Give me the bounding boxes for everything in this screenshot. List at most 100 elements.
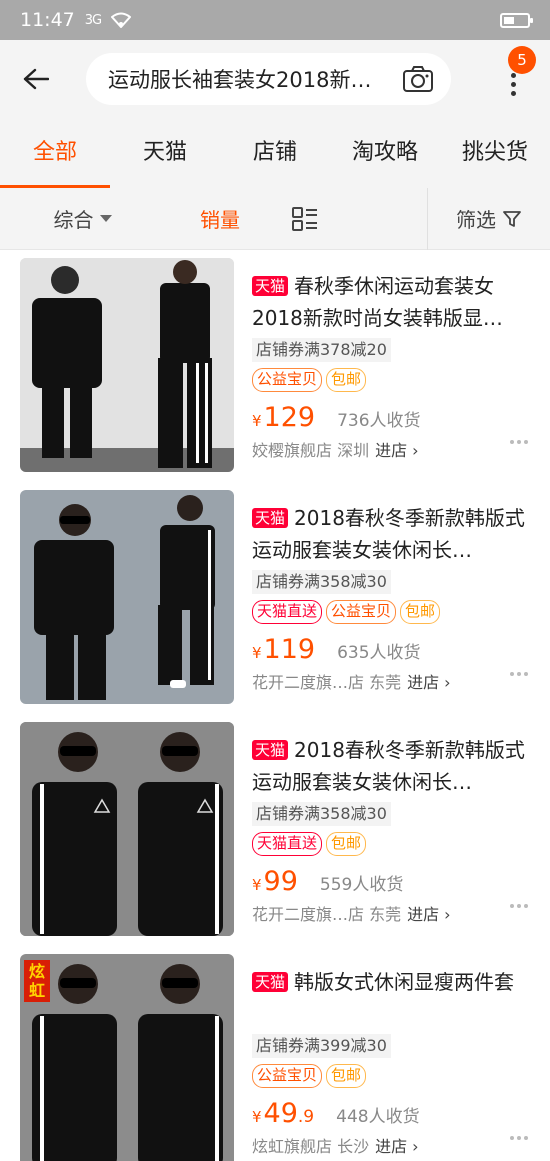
charity-tag: 公益宝贝 <box>252 1064 323 1088</box>
back-button[interactable] <box>16 59 56 99</box>
search-header: 运动服长袖套装女2018新… 5 <box>0 40 550 118</box>
sold-count: 635人收货 <box>337 643 421 663</box>
product-title[interactable]: 天猫 韩版女式休闲显瘦两件套 <box>252 966 530 1030</box>
product-title-text: 韩版女式休闲显瘦两件套 <box>294 970 515 994</box>
camera-button[interactable] <box>401 62 435 96</box>
enter-shop-link[interactable]: 进店 › <box>407 901 451 925</box>
product-card[interactable]: 天猫 2018春秋冬季新款韩版式运动服套装女装休闲长… 店铺券满358减30 天猫… <box>0 722 550 954</box>
search-tabs: 全部 天猫 店铺 淘攻略 挑尖货 <box>0 118 550 188</box>
more-dot-icon <box>510 73 516 78</box>
funnel-icon <box>503 210 521 227</box>
coupon-label: 店铺券满358减30 <box>252 802 391 826</box>
shop-name: 花开二度旗…店 东莞 <box>252 673 402 692</box>
product-title[interactable]: 天猫 春秋季休闲运动套装女2018新款时尚女装韩版显… <box>252 270 530 334</box>
price-row: ¥ 49 .9 448人收货 <box>252 1098 530 1129</box>
tab-all[interactable]: 全部 <box>0 118 110 188</box>
search-query: 运动服长袖套装女2018新… <box>108 68 372 92</box>
product-image[interactable] <box>20 722 234 936</box>
item-more-button[interactable] <box>510 440 528 444</box>
tab-guides[interactable]: 淘攻略 <box>330 118 440 188</box>
free-shipping-tag: 包邮 <box>326 1064 367 1088</box>
tmall-tag: 天猫 <box>252 508 289 528</box>
brand-logo: 炫虹 <box>24 960 50 1002</box>
price-row: ¥ 99 559人收货 <box>252 866 530 897</box>
tmall-tag: 天猫 <box>252 972 289 992</box>
product-price: 99 <box>263 866 298 897</box>
shop-row: 姣樱旗舰店 深圳 进店 › <box>252 437 530 461</box>
filter-button[interactable]: 筛选 <box>427 187 550 250</box>
tmall-tag: 天猫 <box>252 740 289 760</box>
tmall-direct-tag: 天猫直送 <box>252 832 323 856</box>
battery-icon <box>500 12 533 28</box>
search-input[interactable]: 运动服长袖套装女2018新… <box>86 53 451 105</box>
coupon-label: 店铺券满378减20 <box>252 338 391 362</box>
item-more-button[interactable] <box>510 1136 528 1140</box>
currency-symbol: ¥ <box>252 412 262 430</box>
enter-shop-link[interactable]: 进店 › <box>375 437 419 461</box>
product-title[interactable]: 天猫 2018春秋冬季新款韩版式运动服套装女装休闲长… <box>252 502 530 566</box>
shop-row: 花开二度旗…店 东莞 进店 › <box>252 901 530 925</box>
sort-bar: 综合 销量 筛选 <box>0 187 550 250</box>
free-shipping-tag: 包邮 <box>326 368 367 392</box>
sort-sales-button[interactable]: 销量 <box>165 204 275 233</box>
status-time: 11:47 <box>20 9 75 31</box>
more-dot-icon <box>510 91 516 96</box>
tag-row: 公益宝贝 包邮 <box>252 368 530 392</box>
product-info: 天猫 2018春秋冬季新款韩版式运动服套装女装休闲长… 店铺券满358减30 天猫… <box>252 722 530 954</box>
sold-count: 559人收货 <box>319 875 404 895</box>
charity-tag: 公益宝贝 <box>252 368 323 392</box>
item-more-button[interactable] <box>510 672 528 676</box>
currency-symbol: ¥ <box>252 644 262 662</box>
product-title[interactable]: 天猫 2018春秋冬季新款韩版式运动服套装女装休闲长… <box>252 734 530 798</box>
sort-general-button[interactable]: 综合 <box>0 204 165 233</box>
tag-row: 天猫直送 公益宝贝 包邮 <box>252 600 530 624</box>
shop-row: 炫虹旗舰店 长沙 进店 › <box>252 1133 530 1157</box>
shop-name: 炫虹旗舰店 长沙 <box>252 1137 370 1156</box>
tag-row: 天猫直送 包邮 <box>252 832 530 856</box>
tmall-direct-tag: 天猫直送 <box>252 600 323 624</box>
tab-shops[interactable]: 店铺 <box>220 118 330 188</box>
product-title-text: 2018春秋冬季新款韩版式运动服套装女装休闲长… <box>252 738 525 794</box>
enter-shop-link[interactable]: 进店 › <box>375 1133 419 1157</box>
currency-symbol: ¥ <box>252 876 262 894</box>
product-info: 天猫 韩版女式休闲显瘦两件套 店铺券满399减30 公益宝贝 包邮 ¥ 49 .9… <box>252 954 530 1161</box>
product-list: 天猫 春秋季休闲运动套装女2018新款时尚女装韩版显… 店铺券满378减20 公益… <box>0 250 550 1161</box>
product-image[interactable] <box>20 490 234 704</box>
message-badge[interactable]: 5 <box>508 46 536 74</box>
more-dot-icon <box>510 82 516 87</box>
product-card[interactable]: 天猫 春秋季休闲运动套装女2018新款时尚女装韩版显… 店铺券满378减20 公益… <box>0 258 550 490</box>
product-price-decimal: .9 <box>297 1107 315 1127</box>
free-shipping-tag: 包邮 <box>326 832 367 856</box>
sold-count: 736人收货 <box>337 411 421 431</box>
product-info: 天猫 春秋季休闲运动套装女2018新款时尚女装韩版显… 店铺券满378减20 公益… <box>252 258 530 490</box>
sort-general-label: 综合 <box>53 208 94 232</box>
price-row: ¥ 129 736人收货 <box>252 402 530 433</box>
charity-tag: 公益宝贝 <box>326 600 397 624</box>
filter-label: 筛选 <box>456 208 496 232</box>
tab-tmall[interactable]: 天猫 <box>110 118 220 188</box>
tab-premium[interactable]: 挑尖货 <box>440 118 550 188</box>
product-photo-icon <box>20 722 234 936</box>
layout-toggle-button[interactable] <box>275 188 335 250</box>
coupon-label: 店铺券满358减30 <box>252 570 391 594</box>
product-photo-icon <box>20 954 234 1161</box>
product-photo-icon <box>20 490 234 704</box>
free-shipping-tag: 包邮 <box>400 600 441 624</box>
sold-count: 448人收货 <box>336 1107 420 1127</box>
tmall-tag: 天猫 <box>252 276 289 296</box>
shop-row: 花开二度旗…店 东莞 进店 › <box>252 669 530 693</box>
signal-icon: 3G <box>84 12 102 28</box>
price-row: ¥ 119 635人收货 <box>252 634 530 665</box>
item-more-button[interactable] <box>510 904 528 908</box>
product-card[interactable]: 天猫 2018春秋冬季新款韩版式运动服套装女装休闲长… 店铺券满358减30 天猫… <box>0 490 550 722</box>
product-image[interactable] <box>20 258 234 472</box>
caret-down-icon <box>99 215 112 222</box>
wifi-icon <box>111 12 132 28</box>
product-image[interactable]: 炫虹 <box>20 954 234 1161</box>
product-info: 天猫 2018春秋冬季新款韩版式运动服套装女装休闲长… 店铺券满358减30 天猫… <box>252 490 530 722</box>
camera-icon <box>403 66 433 92</box>
arrow-left-icon <box>23 68 49 90</box>
enter-shop-link[interactable]: 进店 › <box>407 669 451 693</box>
product-card[interactable]: 炫虹 天猫 韩版女式休闲显瘦两件套 店铺券满399减30 公益宝贝 包邮 ¥ 49… <box>0 954 550 1161</box>
list-view-icon <box>292 206 317 231</box>
